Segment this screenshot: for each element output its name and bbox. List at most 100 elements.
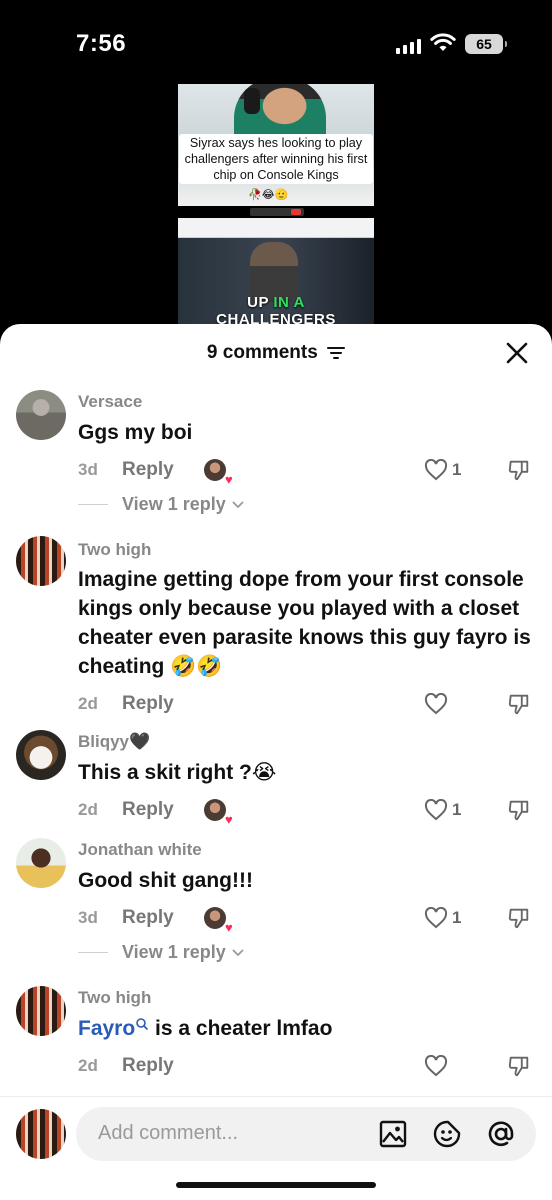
overlay-text-2: CHALLENGERS [216,311,336,324]
video-overlay-text: UP IN A CHALLENGERS [178,294,374,324]
comment-item: Versace Ggs my boi 3d Reply ♥ 1 View 1 r… [0,388,552,528]
reply-button[interactable]: Reply [122,1055,174,1077]
like-count: 1 [452,800,462,819]
view-replies-button[interactable]: View 1 reply [78,492,246,516]
view-replies-label: View 1 reply [122,941,226,962]
comment-username[interactable]: Jonathan white [78,840,202,860]
add-comment-input[interactable]: Add comment... [76,1107,536,1161]
like-button[interactable] [424,692,452,716]
comment-text: This a skit right ?😭 [78,761,277,784]
home-indicator[interactable] [176,1182,376,1188]
comment-item: Two high Imagine getting dope from your … [0,536,552,726]
view-replies-button[interactable]: View 1 reply [78,940,246,964]
heart-outline-icon [424,907,448,929]
close-icon[interactable] [504,340,530,366]
avatar[interactable] [16,536,66,586]
comment-meta: 3d Reply ♥ [78,458,233,486]
overlay-text-1: UP [247,294,269,311]
comment-meta: 3d Reply ♥ [78,906,233,934]
thumbs-down-icon[interactable] [506,458,532,482]
emoji-icon[interactable] [432,1119,462,1149]
avatar[interactable] [16,838,66,888]
reply-button[interactable]: Reply [122,693,174,715]
like-count: 1 [452,460,462,479]
reply-button[interactable]: Reply [122,907,174,929]
comment-item: Bliqyy🖤 This a skit right ?😭 2d Reply ♥ … [0,728,552,828]
comments-sheet: 9 comments Versace Ggs my boi 3d Reply ♥… [0,324,552,1200]
chevron-down-icon [232,949,244,957]
comment-meta: 2d Reply [78,692,174,716]
divider [78,951,108,953]
search-icon [136,1018,149,1031]
heart-outline-icon [424,459,448,481]
comment-date: 2d [78,800,98,819]
heart-icon: ♥ [225,812,233,827]
heart-outline-icon [424,799,448,821]
comment-date: 3d [78,460,98,479]
comment-username[interactable]: Versace [78,392,142,412]
current-user-avatar [16,1109,66,1159]
comment-username[interactable]: Bliqyy🖤 [78,732,150,752]
sort-icon[interactable] [327,346,346,360]
comment-item: Jonathan white Good shit gang!!! 3d Repl… [0,836,552,976]
video-preview[interactable]: Siyrax says hes looking to play challeng… [178,84,374,324]
input-placeholder: Add comment... [98,1122,239,1144]
creator-liked-badge: ♥ [203,459,233,486]
game-character-image [250,242,298,302]
wifi-icon [430,33,456,51]
reply-button[interactable]: Reply [122,459,174,481]
like-button[interactable]: 1 [424,458,461,482]
avatar[interactable] [16,986,66,1036]
thumbs-down-icon[interactable] [506,798,532,822]
chevron-down-icon [232,501,244,509]
video-caption: Siyrax says hes looking to play challeng… [179,134,373,184]
video-caption-emojis: 🥀😂🫡 [248,189,289,201]
headset-image [244,88,260,114]
comment-text: Imagine getting dope from your first con… [78,568,531,678]
status-time: 7:56 [76,30,127,57]
avatar[interactable] [16,730,66,780]
divider [78,503,108,505]
like-count: 1 [452,908,462,927]
comment-meta: 2d Reply [78,1054,174,1078]
thumbs-down-icon[interactable] [506,1054,532,1078]
battery-indicator: 65 [465,34,507,54]
thumbs-down-icon[interactable] [506,906,532,930]
comment-date: 2d [78,694,98,713]
video-clip-webcam: Siyrax says hes looking to play challeng… [178,84,374,206]
comments-title[interactable]: 9 comments [0,342,552,364]
heart-icon: ♥ [225,472,233,487]
like-button[interactable]: 1 [424,906,461,930]
image-icon[interactable] [378,1119,408,1149]
at-sign-icon[interactable] [486,1119,516,1149]
heart-icon: ♥ [225,920,233,935]
view-replies-label: View 1 reply [122,493,226,514]
mention-name: Fayro [78,1017,136,1040]
comments-count-label: 9 comments [206,342,318,363]
comment-date: 3d [78,908,98,927]
like-button[interactable] [424,1054,452,1078]
avatar[interactable] [16,390,66,440]
comment-username[interactable]: Two high [78,988,151,1008]
browser-frame [178,218,374,238]
thumbs-down-icon[interactable] [506,692,532,716]
video-clip-game: UP IN A CHALLENGERS [178,218,374,324]
comment-text: Fayro is a cheater lmfao [78,1014,538,1043]
heart-outline-icon [424,1055,448,1077]
comment-meta: 2d Reply ♥ [78,798,233,826]
comment-text: Good shit gang!!! [78,869,253,892]
comment-username[interactable]: Two high [78,540,151,560]
overlay-text-green: IN A [273,294,305,311]
mention-link[interactable]: Fayro [78,1017,149,1040]
comment-text-body: is a cheater lmfao [149,1017,333,1040]
reply-button[interactable]: Reply [122,799,174,821]
cellular-signal-icon [396,38,421,54]
comment-text: Ggs my boi [78,421,193,444]
status-bar: 7:56 65 [0,0,552,80]
creator-liked-badge: ♥ [203,799,233,826]
comment-item: Two high Fayro is a cheater lmfao 2d Rep… [0,984,552,1094]
creator-liked-badge: ♥ [203,907,233,934]
heart-outline-icon [424,693,448,715]
like-button[interactable]: 1 [424,798,461,822]
comment-date: 2d [78,1056,98,1075]
